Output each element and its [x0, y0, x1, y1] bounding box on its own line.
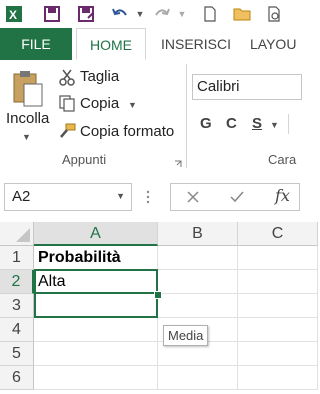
- cell-a1[interactable]: Probabilità: [34, 246, 158, 270]
- selection-divider: [35, 292, 157, 294]
- redo-dropdown-icon[interactable]: ▼: [172, 4, 192, 24]
- copy-dropdown-icon[interactable]: ▼: [128, 100, 137, 110]
- cell-a4[interactable]: [34, 318, 158, 342]
- name-box[interactable]: A2 ▼: [4, 183, 132, 211]
- svg-text:X: X: [9, 8, 17, 22]
- ribbon-home: Incolla ▼ Taglia Copia ▼ Copia formato A…: [0, 60, 302, 173]
- font-group-label: Cara: [268, 152, 297, 167]
- name-box-value: A2: [12, 188, 31, 205]
- undo-dropdown-icon[interactable]: ▼: [130, 4, 150, 24]
- font-separator: [288, 114, 289, 134]
- copy-icon[interactable]: [58, 94, 76, 112]
- dialog-launcher-icon[interactable]: [174, 155, 182, 167]
- underline-button[interactable]: S: [252, 115, 262, 132]
- open-folder-icon[interactable]: [232, 4, 252, 24]
- cell-b6[interactable]: [158, 366, 238, 390]
- cell-b1[interactable]: [158, 246, 238, 270]
- autocomplete-tooltip: Media: [163, 325, 209, 346]
- cell-a2[interactable]: Alta: [34, 270, 158, 294]
- undo-icon[interactable]: [110, 4, 130, 24]
- ribbon-tabs: FILE HOME INSERISCI LAYOU: [0, 28, 296, 61]
- cell-a3[interactable]: [34, 294, 158, 318]
- formula-bar-grip-icon[interactable]: [145, 186, 151, 208]
- name-box-dropdown-icon[interactable]: ▼: [116, 191, 125, 201]
- italic-button[interactable]: C: [226, 115, 237, 132]
- cut-button[interactable]: Taglia: [80, 68, 119, 85]
- font-name-input[interactable]: Calibri: [192, 74, 302, 100]
- print-preview-icon[interactable]: [264, 4, 284, 24]
- group-separator: [186, 64, 187, 168]
- column-header-a[interactable]: A: [34, 222, 158, 246]
- tab-insert[interactable]: INSERISCI: [150, 28, 242, 60]
- row-header-4[interactable]: 4: [0, 318, 34, 342]
- cell-c2[interactable]: [238, 270, 318, 294]
- paste-dropdown-icon[interactable]: ▼: [22, 132, 31, 142]
- cell-a5[interactable]: [34, 342, 158, 366]
- row-header-3[interactable]: 3: [0, 294, 34, 318]
- confirm-entry-icon[interactable]: [229, 189, 245, 205]
- clipboard-group-label: Appunti: [62, 152, 107, 167]
- format-painter-button[interactable]: Copia formato: [80, 123, 174, 140]
- save-as-icon[interactable]: [76, 4, 96, 24]
- cell-c5[interactable]: [238, 342, 318, 366]
- bold-button[interactable]: G: [200, 115, 212, 132]
- redo-icon[interactable]: [152, 4, 172, 24]
- insert-function-button[interactable]: fx: [275, 186, 290, 205]
- cell-c4[interactable]: [238, 318, 318, 342]
- cell-b2[interactable]: [158, 270, 238, 294]
- tab-file[interactable]: FILE: [0, 28, 72, 60]
- quick-access-toolbar: X ▼ ▼: [0, 0, 296, 28]
- cell-c3[interactable]: [238, 294, 318, 318]
- spreadsheet-grid: A B C 1 2 3 4 5 6 Probabilità Alta Media: [0, 222, 318, 394]
- new-document-icon[interactable]: [200, 4, 220, 24]
- paste-icon[interactable]: [10, 68, 46, 108]
- cancel-entry-icon[interactable]: [185, 189, 201, 205]
- underline-dropdown-icon[interactable]: ▼: [270, 120, 279, 130]
- row-header-5[interactable]: 5: [0, 342, 34, 366]
- cell-a6[interactable]: [34, 366, 158, 390]
- row-header-6[interactable]: 6: [0, 366, 34, 390]
- formula-buttons-box: fx: [170, 183, 300, 211]
- column-header-b[interactable]: B: [158, 222, 238, 246]
- format-painter-icon[interactable]: [58, 122, 76, 140]
- paste-button[interactable]: Incolla: [6, 110, 49, 127]
- row-header-2[interactable]: 2: [0, 270, 34, 294]
- cell-c1[interactable]: [238, 246, 318, 270]
- excel-logo-icon: X: [4, 4, 24, 24]
- save-icon[interactable]: [42, 4, 62, 24]
- tab-home[interactable]: HOME: [76, 28, 146, 60]
- font-name-value: Calibri: [197, 78, 240, 95]
- cell-b3[interactable]: [158, 294, 238, 318]
- row-header-1[interactable]: 1: [0, 246, 34, 270]
- copy-button[interactable]: Copia: [80, 95, 119, 112]
- fill-handle[interactable]: [154, 291, 162, 299]
- scissors-icon[interactable]: [58, 68, 76, 86]
- tab-layout[interactable]: LAYOU: [250, 28, 310, 60]
- select-all-corner[interactable]: [0, 222, 34, 246]
- cell-c6[interactable]: [238, 366, 318, 390]
- column-header-c[interactable]: C: [238, 222, 318, 246]
- formula-bar-area: A2 ▼ fx: [0, 172, 300, 223]
